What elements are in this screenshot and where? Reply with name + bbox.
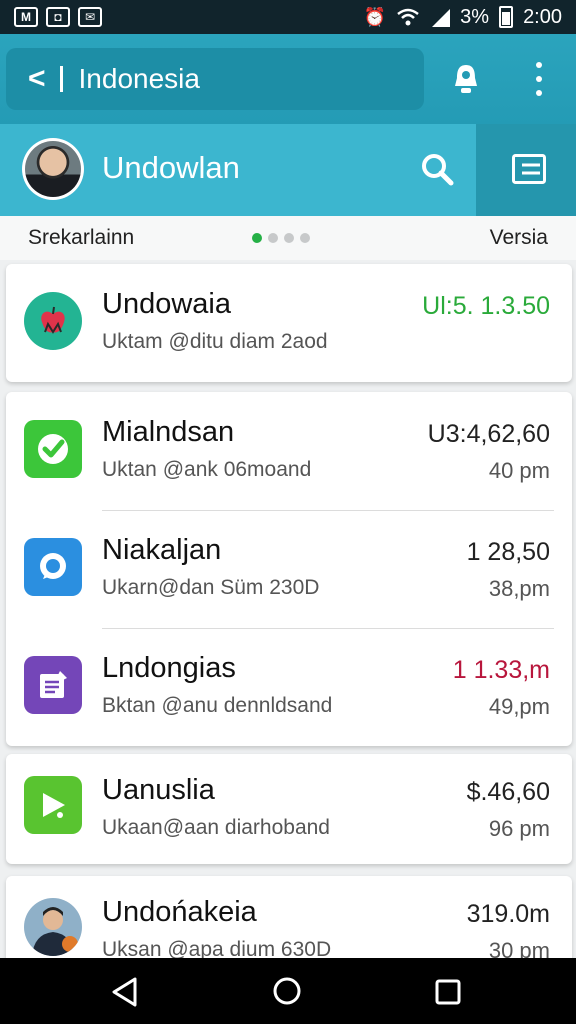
clock: 2:00: [523, 5, 562, 28]
item-time: 38,pm: [488, 576, 550, 601]
list-item[interactable]: Undowaia Uktam @ditu diam 2aod Ul:5. 1.3…: [6, 264, 572, 382]
search-icon[interactable]: [420, 152, 454, 186]
item-subtitle: Ukaan@aan diarhoband: [102, 816, 330, 839]
list-item[interactable]: Niakaljan Ukarn@dan Süm 230D 1 28,50 38,…: [6, 510, 572, 628]
sim-notification-icon: ◘: [46, 7, 70, 27]
page-title: Indonesia: [78, 63, 200, 94]
item-title: Lndongias: [102, 652, 236, 684]
title-divider: [59, 66, 63, 92]
person-avatar-icon: [24, 898, 82, 956]
item-title: Uanuslia: [102, 774, 215, 806]
page-dot: [252, 233, 262, 243]
item-amount: Ul:5. 1.3.50: [422, 292, 550, 320]
transaction-card: Uanuslia Ukaan@aan diarhoband $.46,60 96…: [6, 754, 572, 864]
item-amount: 1 28,50: [466, 538, 550, 566]
message-notification-icon: ✉: [78, 7, 102, 27]
item-amount: 319.0m: [466, 900, 550, 928]
transaction-card: Undowaia Uktam @ditu diam 2aod Ul:5. 1.3…: [6, 264, 572, 382]
profile-avatar[interactable]: [22, 138, 84, 200]
title-pill[interactable]: < Indonesia: [6, 48, 424, 110]
battery-icon: [499, 6, 514, 28]
transaction-card: Undońakeia Uksan @apa dium 630D 319.0m 3…: [6, 876, 572, 966]
nav-recents-icon[interactable]: [434, 978, 462, 1006]
item-title: Niakaljan: [102, 534, 222, 566]
page-indicator: [252, 233, 310, 243]
alarm-icon: ⏰: [363, 6, 387, 27]
item-time: 40 pm: [488, 458, 550, 483]
item-subtitle: Bktan @anu dennldsand: [102, 694, 333, 717]
list-item[interactable]: Lndongias Bktan @anu dennldsand 1 1.33,m…: [6, 628, 572, 746]
app-bar: < Indonesia: [0, 34, 576, 124]
subheader-left-label[interactable]: Srekarlainn: [28, 226, 134, 250]
chat-icon: [24, 538, 82, 596]
status-bar: M ◘ ✉ ⏰ 3% 2:00: [0, 0, 576, 34]
apple-icon: [24, 292, 82, 350]
subheader-right-label[interactable]: Versia: [490, 226, 548, 250]
wifi-icon: [397, 8, 419, 26]
list-item[interactable]: Undońakeia Uksan @apa dium 630D 319.0m 3…: [6, 876, 572, 966]
system-navigation-bar: [0, 958, 576, 1024]
notification-bell-icon[interactable]: [452, 62, 480, 96]
back-arrow-icon[interactable]: <: [28, 64, 46, 94]
item-amount: U3:4,62,60: [427, 420, 550, 448]
item-amount: 1 1.33,m: [452, 656, 550, 684]
profile-header: Undowlan: [0, 124, 576, 216]
battery-percent: 3%: [460, 5, 490, 28]
status-bar-notifications: M ◘ ✉: [14, 7, 102, 27]
page-dot: [284, 233, 294, 243]
play-icon: [24, 776, 82, 834]
list-item[interactable]: Mialndsan Uktan @ank 06moand U3:4,62,60 …: [6, 392, 572, 510]
more-options-icon[interactable]: [530, 62, 548, 96]
signal-icon: [432, 9, 451, 27]
mail-notification-icon: M: [14, 7, 38, 27]
item-time: 49,pm: [488, 694, 550, 719]
item-time: 96 pm: [488, 816, 550, 841]
note-icon: [24, 656, 82, 714]
nav-back-icon[interactable]: [110, 976, 140, 1008]
item-subtitle: Ukarn@dan Süm 230D: [102, 576, 320, 599]
menu-button[interactable]: [476, 124, 576, 216]
transaction-card: Mialndsan Uktan @ank 06moand U3:4,62,60 …: [6, 392, 572, 746]
page-dot: [300, 233, 310, 243]
page-dot: [268, 233, 278, 243]
item-title: Undońakeia: [102, 896, 257, 928]
item-title: Mialndsan: [102, 416, 235, 448]
status-bar-system: ⏰ 3% 2:00: [364, 6, 562, 29]
item-subtitle: Uktan @ank 06moand: [102, 458, 312, 481]
nav-home-icon[interactable]: [272, 976, 302, 1006]
check-icon: [24, 420, 82, 478]
item-subtitle: Uktam @ditu diam 2aod: [102, 330, 328, 353]
item-amount: $.46,60: [466, 778, 550, 806]
item-title: Undowaia: [102, 288, 231, 320]
list-menu-icon: [512, 154, 546, 184]
list-item[interactable]: Uanuslia Ukaan@aan diarhoband $.46,60 96…: [6, 754, 572, 864]
section-subheader: Srekarlainn Versia: [0, 216, 576, 260]
profile-name: Undowlan: [102, 150, 240, 185]
